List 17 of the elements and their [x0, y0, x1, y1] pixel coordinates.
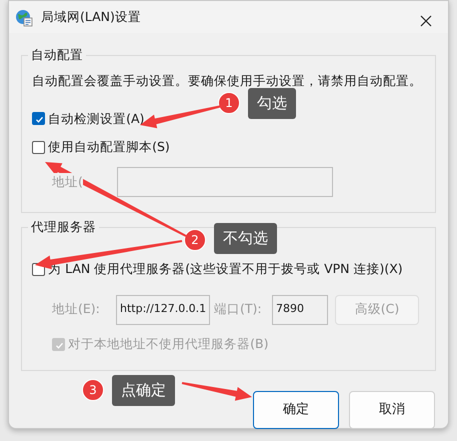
ok-button[interactable]: 确定: [252, 391, 339, 429]
checkmark-icon: [34, 114, 45, 126]
globe-icon: [15, 8, 33, 26]
checkbox[interactable]: [32, 141, 45, 154]
arrow: [182, 382, 252, 401]
field-label: 端口(T):: [214, 300, 263, 318]
checkbox-label: 自动检测设置(A): [48, 110, 144, 128]
callout-label: 点确定: [112, 375, 175, 406]
callout-label: 勾选: [248, 88, 296, 119]
checkbox-label: 使用自动配置脚本(S): [48, 138, 170, 156]
description-text: 自动配置会覆盖手动设置。要确保使用手动设置，请禁用自动配置。: [32, 72, 423, 90]
field-label: 地址(E):: [52, 300, 101, 318]
window-title: 局域网(LAN)设置: [41, 8, 141, 26]
checkbox-label: 对于本地地址不使用代理服务器(B): [68, 334, 268, 353]
callout-label: 不勾选: [214, 223, 277, 254]
cancel-button[interactable]: 取消: [349, 391, 435, 429]
checkbox[interactable]: [32, 112, 45, 126]
